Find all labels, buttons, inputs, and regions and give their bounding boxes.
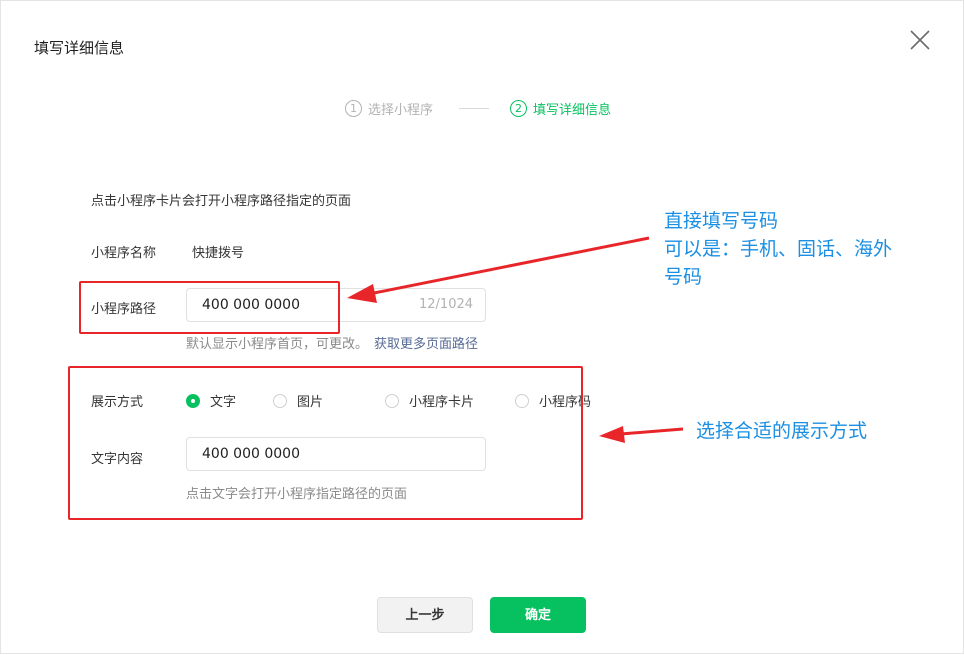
miniprogram-name-value: 快捷拨号 <box>192 246 245 261</box>
dialog: 填写详细信息 1 选择小程序 2 填写详细信息 点击小程序卡片会打开小程序路径指… <box>0 0 964 654</box>
step-fill-details: 2 填写详细信息 <box>510 99 611 118</box>
annotation-box-display <box>68 366 583 520</box>
get-more-paths-link[interactable]: 获取更多页面路径 <box>374 337 478 352</box>
annotation-text-bottom: 选择合适的展示方式 <box>696 420 868 442</box>
close-icon[interactable] <box>907 27 933 53</box>
step-divider <box>459 108 489 109</box>
miniprogram-name-label: 小程序名称 <box>91 246 157 261</box>
step-number: 1 <box>345 100 362 117</box>
path-hint-text: 默认显示小程序首页，可更改。 <box>186 337 369 352</box>
step-number: 2 <box>510 100 527 117</box>
path-hint: 默认显示小程序首页，可更改。 获取更多页面路径 <box>186 333 478 352</box>
previous-step-button[interactable]: 上一步 <box>377 597 473 633</box>
annotation-line: 号码 <box>664 266 703 288</box>
confirm-button[interactable]: 确定 <box>490 597 586 633</box>
annotation-box-path <box>79 281 340 334</box>
dialog-title: 填写详细信息 <box>34 39 125 57</box>
annotation-line: 可以是：手机、固话、海外 <box>664 238 893 260</box>
annotation-line: 直接填写号码 <box>664 210 779 232</box>
path-char-counter: 12/1024 <box>419 297 474 312</box>
step-label: 选择小程序 <box>368 103 434 118</box>
step-select-miniprogram: 1 选择小程序 <box>345 99 433 118</box>
annotation-arrow-display <box>599 426 684 443</box>
form-description: 点击小程序卡片会打开小程序路径指定的页面 <box>91 194 352 209</box>
annotation-text-top: 直接填写号码 可以是：手机、固话、海外 号码 <box>664 207 892 291</box>
step-label: 填写详细信息 <box>533 103 612 118</box>
